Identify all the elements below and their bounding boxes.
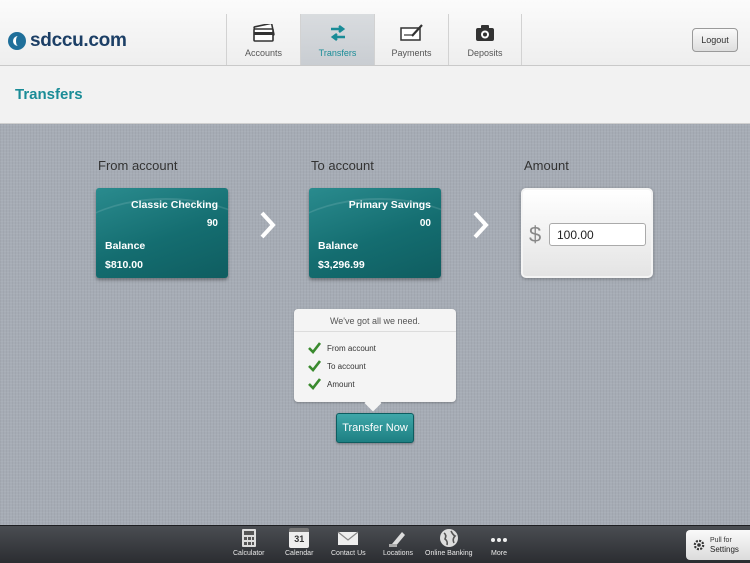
nav-label: More — [491, 550, 507, 557]
account-balance: $3,296.99 — [318, 259, 365, 271]
checklist-title: We've got all we need. — [329, 316, 421, 326]
tab-label: Accounts — [244, 48, 283, 58]
amount-label: Amount — [524, 158, 569, 173]
checkmark-icon — [308, 360, 321, 372]
page-title: Transfers — [15, 86, 83, 103]
checklist-item-label: To account — [327, 361, 366, 371]
calendar-icon: 31 — [289, 528, 310, 548]
requirements-checklist: We've got all we need. From account To a… — [294, 309, 456, 402]
accounts-icon — [252, 24, 275, 42]
bottom-toolbar: Calculator 31 Calendar Contact Us Locati… — [0, 525, 750, 563]
nav-label: Calendar — [285, 550, 314, 557]
account-number: 00 — [419, 218, 431, 229]
tab-accounts[interactable]: Accounts — [226, 14, 300, 65]
nav-online-banking[interactable]: Online Banking — [425, 528, 472, 557]
logout-button[interactable]: Logout — [692, 28, 738, 52]
pull-settings-text: Pull for Settings — [710, 536, 739, 555]
locations-icon — [388, 532, 405, 547]
currency-symbol: $ — [529, 222, 542, 247]
nav-label: Locations — [383, 550, 413, 557]
balance-label: Balance — [105, 240, 146, 252]
transfers-icon — [330, 24, 345, 42]
deposits-icon — [476, 25, 494, 41]
logo: sdccu.com — [8, 30, 127, 52]
logo-text: sdccu.com — [30, 30, 127, 51]
checklist-item: Amount — [308, 378, 355, 390]
calculator-icon — [241, 529, 256, 547]
tab-label: Payments — [391, 48, 432, 58]
from-account-card[interactable]: Classic Checking 90 Balance $810.00 — [96, 188, 228, 278]
account-number: 90 — [206, 218, 218, 229]
transfer-now-button[interactable]: Transfer Now — [336, 413, 414, 443]
nav-locations[interactable]: Locations — [383, 528, 413, 557]
divider — [294, 331, 456, 332]
checklist-item: From account — [308, 342, 376, 354]
account-name: Primary Savings — [348, 199, 431, 211]
mail-icon — [337, 531, 359, 545]
tab-transfers[interactable]: Transfers — [300, 14, 374, 65]
chevron-right-icon — [473, 211, 489, 239]
more-icon — [491, 538, 507, 542]
tab-payments[interactable]: Payments — [374, 14, 448, 65]
nav-more[interactable]: More — [490, 528, 508, 557]
amount-input[interactable] — [549, 223, 646, 246]
nav-contact-us[interactable]: Contact Us — [331, 528, 366, 557]
balance-label: Balance — [318, 240, 359, 252]
tab-label: Deposits — [467, 48, 503, 58]
gear-icon — [693, 539, 705, 551]
checkmark-icon — [308, 342, 321, 354]
from-account-label: From account — [98, 158, 178, 173]
tab-label: Transfers — [318, 48, 357, 58]
to-account-card[interactable]: Primary Savings 00 Balance $3,296.99 — [309, 188, 441, 278]
calendar-icon-text: 31 — [294, 534, 305, 544]
nav-label: Contact Us — [331, 550, 366, 557]
transfer-panel: From account To account Amount Classic C… — [0, 124, 750, 525]
main-tabs: Accounts Transfers Payments Deposits — [226, 14, 522, 66]
nav-label: Calculator — [233, 550, 265, 557]
checkmark-icon — [308, 378, 321, 390]
pull-for-settings-handle[interactable]: Pull for Settings — [686, 530, 750, 560]
pull-label: Pull for — [710, 536, 732, 544]
nav-calendar[interactable]: 31 Calendar — [285, 528, 313, 557]
title-band: Transfers — [0, 66, 750, 124]
tab-deposits[interactable]: Deposits — [448, 14, 522, 65]
nav-label: Online Banking — [425, 550, 473, 557]
checklist-item-label: Amount — [327, 379, 355, 389]
account-name: Classic Checking — [131, 199, 218, 211]
globe-icon — [439, 529, 458, 547]
settings-label: Settings — [710, 544, 739, 554]
top-bar: sdccu.com Accounts Transfers Payments De… — [0, 0, 750, 66]
payments-icon — [399, 24, 423, 41]
amount-card: $ — [521, 188, 653, 278]
chevron-right-icon — [260, 211, 276, 239]
logo-icon — [8, 32, 26, 50]
to-account-label: To account — [311, 158, 374, 173]
checklist-item-label: From account — [327, 343, 376, 353]
nav-calculator[interactable]: Calculator — [233, 528, 265, 557]
account-balance: $810.00 — [105, 259, 143, 271]
checklist-item: To account — [308, 360, 366, 372]
